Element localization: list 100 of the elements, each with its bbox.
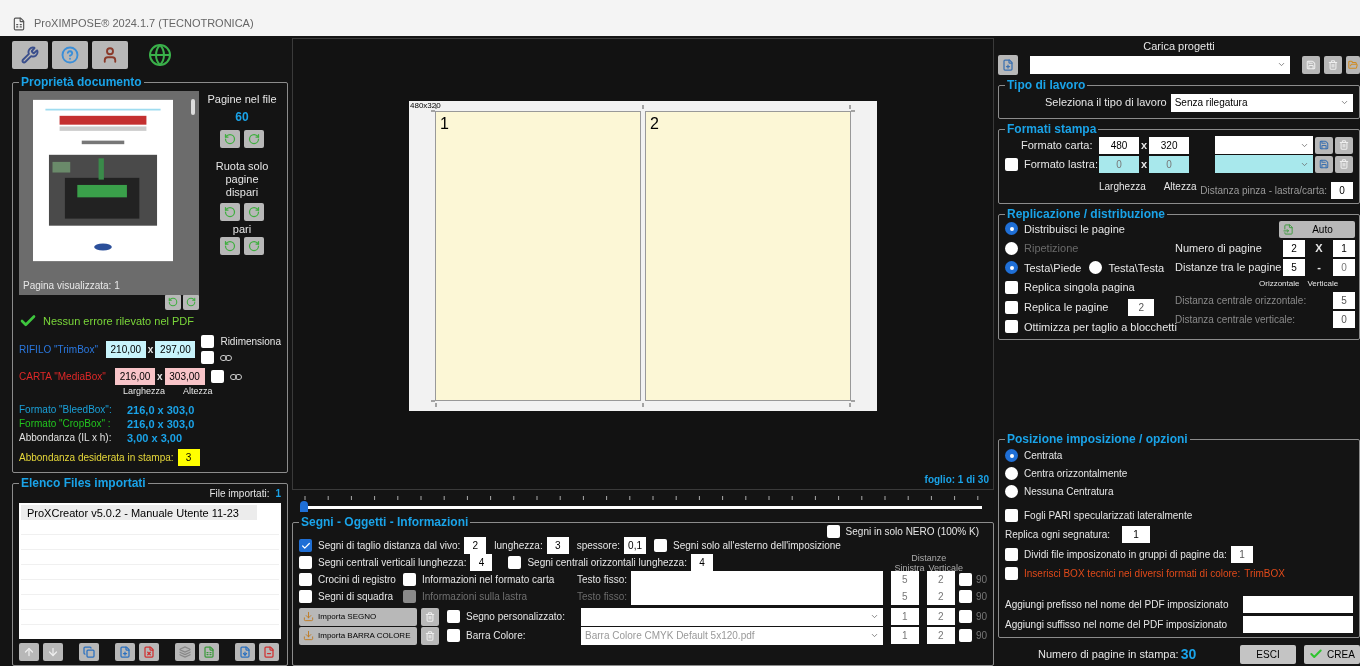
input-field[interactable]: 320 — [1149, 136, 1190, 154]
rotate-label: 90 — [975, 629, 987, 643]
create-button[interactable]: CREA — [1304, 644, 1360, 664]
grid-label: Distanze tra le pagine — [1175, 259, 1279, 275]
checkbox-label: Informazioni sulla lastra — [422, 590, 528, 604]
length-label: lunghezza: — [494, 539, 543, 553]
input-field[interactable]: 5 — [1333, 291, 1355, 309]
input-field[interactable]: 1 — [1122, 526, 1151, 543]
times-sign: x — [147, 342, 154, 357]
print-count: 30 — [1180, 644, 1197, 664]
checkbox-label: Informazioni nel formato carta — [422, 573, 555, 587]
input-field[interactable]: 5 — [1283, 258, 1305, 276]
checkbox-label: Barra Colore: — [466, 629, 526, 643]
input-field[interactable]: 2 — [926, 571, 955, 588]
checkbox-label: Replica le pagine — [1024, 299, 1109, 315]
central-distance-label: Distanza centrale verticale: — [1175, 312, 1296, 325]
separator: - — [1316, 259, 1322, 275]
format-label: Formato "CropBox" : — [19, 416, 112, 431]
input-field[interactable]: 210,00 — [105, 340, 146, 358]
group-title: Formati stampa — [1006, 122, 1098, 136]
preview-caption: Pagina visualizzata: 1 — [22, 279, 121, 293]
thickness-label: spessore: — [576, 539, 621, 553]
grid-label: Numero di pagine — [1175, 240, 1263, 256]
files-count: 1 — [275, 486, 281, 501]
file-list-item[interactable]: ProXCreator v5.0.2 - Manuale Utente 11-23 — [21, 504, 257, 520]
radio-label: Testa\Testa — [1108, 260, 1165, 276]
format-value: 216,0 x 303,0 — [127, 402, 195, 417]
times-sign: x — [1141, 137, 1148, 153]
column-caption: Verticale — [1307, 277, 1339, 290]
group-title: Segni - Oggetti - Informazioni — [300, 516, 470, 529]
input-field[interactable]: 2 — [1128, 298, 1155, 316]
input-field[interactable]: 0,1 — [624, 537, 647, 554]
input-field[interactable]: 0 — [1333, 310, 1355, 328]
input-field[interactable]: 0 — [1333, 258, 1355, 276]
input-field[interactable]: 0 — [1331, 181, 1353, 199]
column-caption: Orizzontale — [1259, 277, 1300, 290]
auto-button[interactable]: Auto — [1279, 220, 1355, 238]
input-field[interactable]: 2 — [926, 588, 955, 605]
format-label: Abbondanza (IL x h): — [19, 430, 113, 445]
checkbox-label: Segni solo all'esterno dell'imposizione — [673, 539, 841, 553]
input-field[interactable]: 5 — [890, 588, 919, 605]
dropdown[interactable]: Senza rilegatura — [1170, 93, 1353, 112]
replicate-label: Replica ogni segnatura: — [1005, 528, 1111, 542]
input-field[interactable]: 1 — [890, 608, 919, 625]
import-button[interactable]: Importa BARRA COLORE — [299, 626, 417, 645]
format-value: 216,0 x 303,0 — [127, 416, 195, 431]
input-field[interactable]: 1 — [1230, 546, 1253, 563]
input-field[interactable]: 303,00 — [164, 368, 205, 385]
rotate-label: 90 — [975, 610, 987, 624]
fixed-text-label: Testo fisso: — [577, 590, 628, 604]
radio-label: Nessuna Centratura — [1024, 485, 1114, 499]
checkbox-label: Segni di taglio distanza dal vivo: — [318, 539, 461, 553]
input-field[interactable]: 3 — [177, 448, 200, 466]
pages-count: 60 — [235, 108, 249, 126]
work-type-label: Seleziona il tipo di lavoro — [1045, 95, 1167, 111]
rotate-label: 90 — [975, 590, 987, 604]
input-field[interactable]: 5 — [890, 571, 919, 588]
input-field[interactable]: 1 — [890, 627, 919, 644]
box-label: RIFILO "TrimBox" — [19, 342, 99, 357]
checkbox-label: Formato lastra: — [1024, 156, 1098, 172]
distances-header: Distanze — [911, 552, 947, 563]
exit-button[interactable]: ESCI — [1240, 644, 1296, 664]
radio-label: Testa\Piede — [1024, 260, 1082, 276]
group-title: Elenco Files importati — [20, 476, 147, 490]
pages-label: Pagine nel file — [207, 92, 277, 107]
radio-label: Ripetizione — [1024, 241, 1079, 256]
checkbox-label: Segni in solo NERO (100% K) — [845, 524, 979, 539]
separator: X — [1314, 240, 1324, 256]
projects-title: Carica progetti — [1143, 39, 1215, 54]
print-count-label: Numero di pagine in stampa: — [1038, 646, 1179, 662]
input-field[interactable]: 216,00 — [115, 368, 155, 385]
input-field[interactable]: 480 — [1099, 136, 1139, 154]
input-field[interactable]: 1 — [1333, 239, 1355, 257]
sheet-label: 480x320 — [410, 100, 441, 110]
checkbox-label: Segno personalizzato: — [466, 610, 565, 624]
input-field[interactable]: 2 — [464, 537, 487, 554]
fixed-text-label: Testo fisso: — [577, 573, 628, 587]
checkbox-label: Segni di squadra — [318, 590, 394, 604]
checkbox-label: Replica singola pagina — [1024, 280, 1135, 295]
rotate-even-label: pari — [232, 221, 252, 237]
column-header: Verticale — [928, 562, 963, 573]
input-field[interactable]: 2 — [926, 608, 955, 625]
radio-label: Centrata — [1024, 449, 1063, 463]
tech-box-value: TrimBOX — [1244, 567, 1285, 581]
input-field[interactable]: 2 — [926, 627, 955, 644]
input-field[interactable]: 0 — [1149, 155, 1190, 173]
central-distance-label: Distanza centrale orizzontale: — [1175, 293, 1307, 308]
input-field[interactable]: 0 — [1099, 155, 1139, 173]
format-label: Formato "BleedBox": — [19, 402, 113, 417]
input-field[interactable]: 4 — [470, 554, 493, 571]
input-field[interactable]: 2 — [1283, 239, 1305, 257]
input-field[interactable]: 297,00 — [155, 340, 196, 358]
checkbox-label: Segni centrali orizzontali lunghezza: — [527, 556, 687, 570]
input-field[interactable]: 4 — [690, 554, 713, 571]
import-button[interactable]: Importa SEGNO — [299, 607, 417, 626]
group-title: Proprietà documento — [20, 76, 143, 89]
times-sign: x — [157, 370, 163, 384]
input-field[interactable]: 3 — [546, 537, 569, 554]
column-header: Sinistra — [894, 562, 925, 573]
gripper-label: Distanza pinza - lastra/carta: — [1200, 183, 1327, 198]
